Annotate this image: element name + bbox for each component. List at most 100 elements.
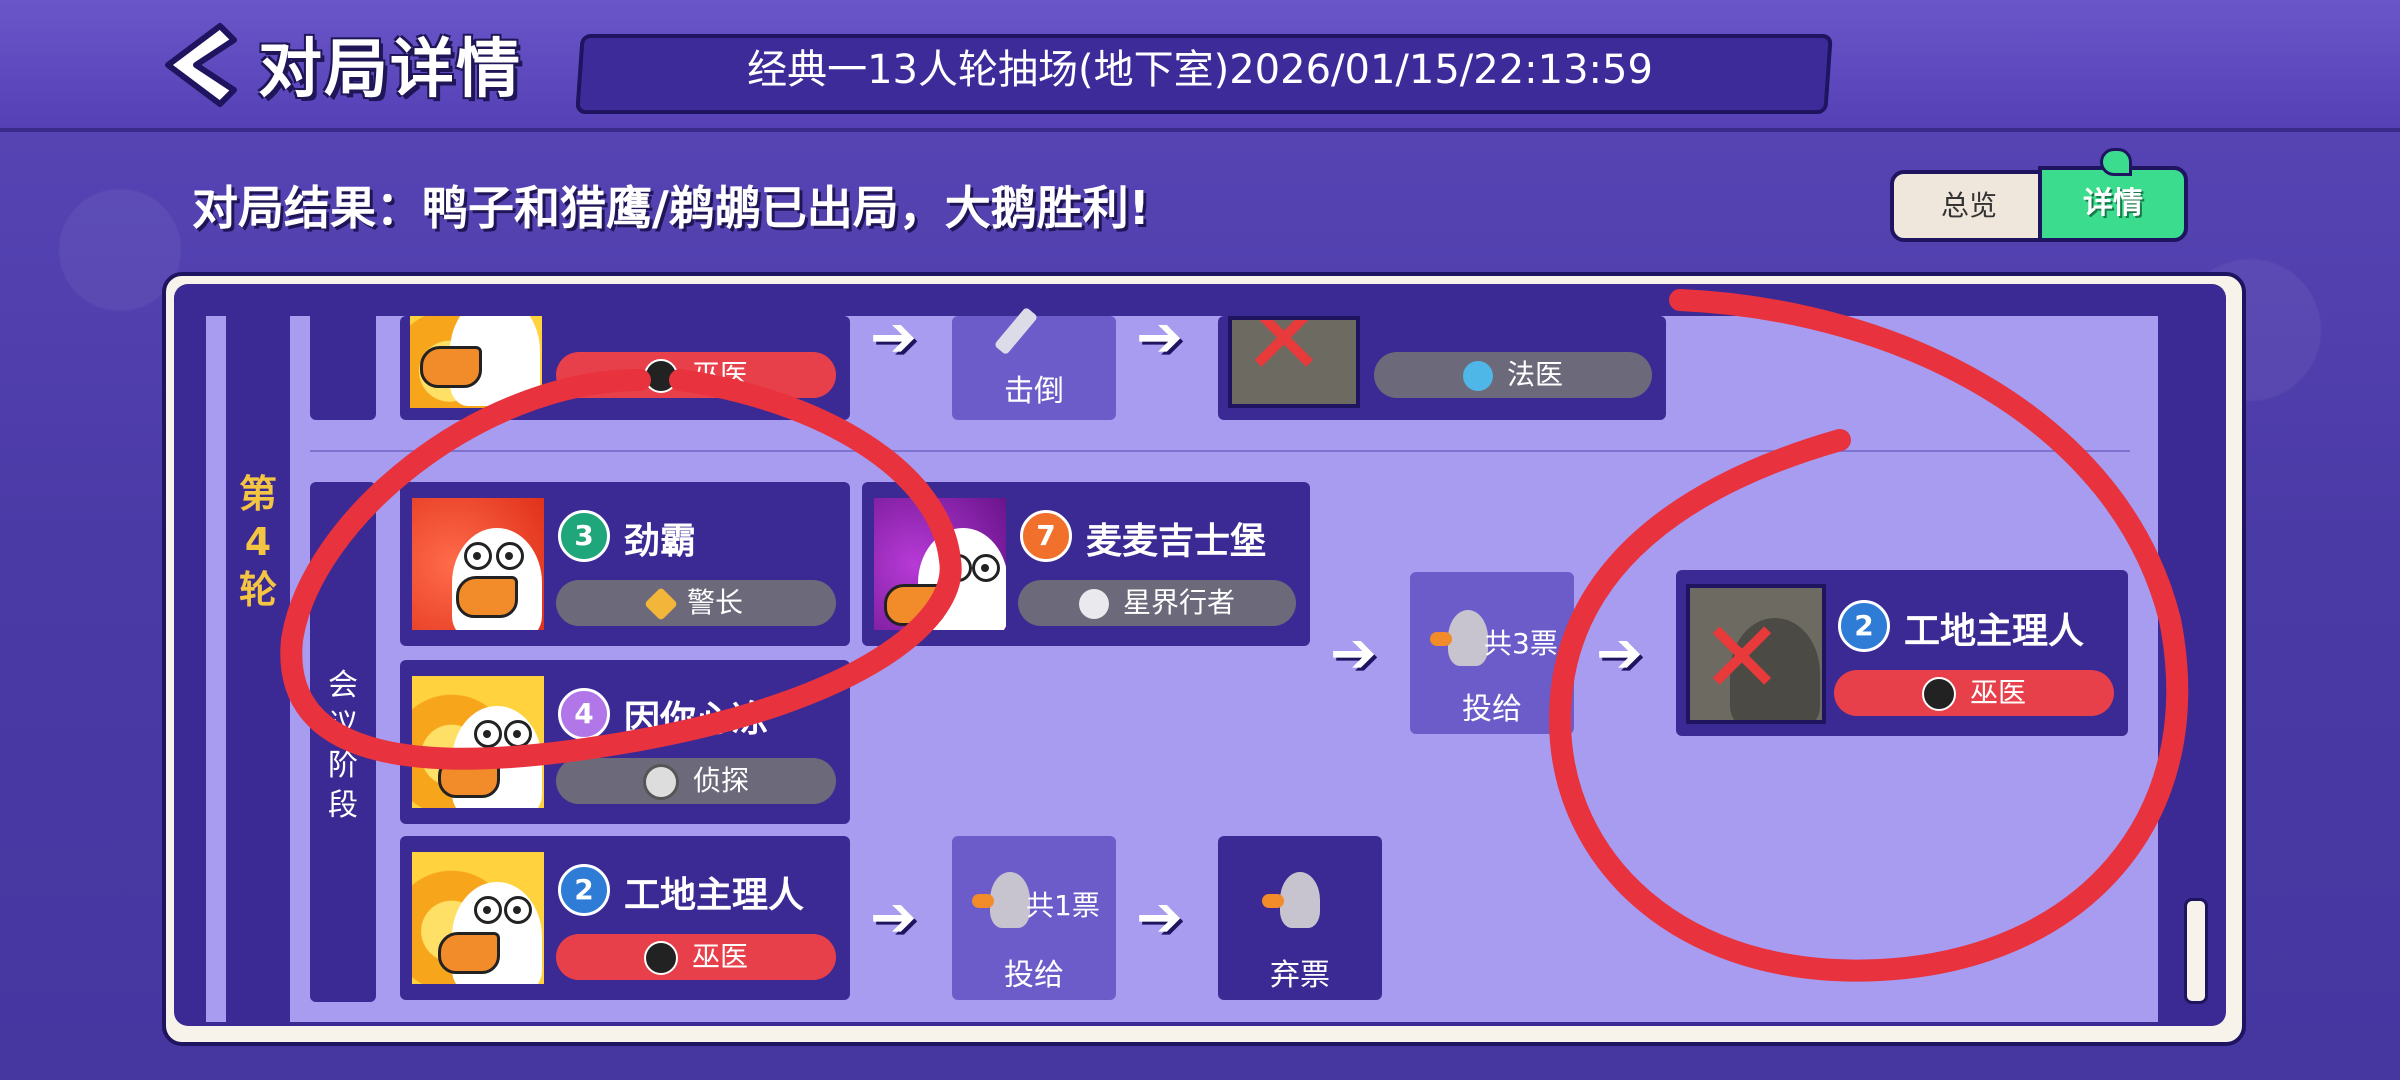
player-name: 工地主理人: [1904, 611, 2085, 652]
witch-doctor-icon: [1921, 677, 1956, 711]
goose-beak: [438, 756, 500, 798]
avatar-eliminated: ✕: [1686, 584, 1826, 724]
role-badge: 警长: [556, 580, 836, 626]
player-card-previous: 巫医: [400, 316, 850, 420]
scrollbar-thumb[interactable]: [2184, 898, 2208, 1004]
player-name: 因你心冻: [624, 699, 769, 740]
goose-vote-icon: [1430, 610, 1488, 666]
role-badge: 巫医: [556, 352, 836, 398]
player-card[interactable]: 3 劲霸 警长: [400, 482, 850, 646]
arrow-right-icon: ➔: [870, 305, 917, 370]
abstain-box: 弃票: [1218, 836, 1382, 1000]
player-number-badge: 7: [1020, 510, 1072, 562]
abstain-label: 弃票: [1270, 958, 1330, 993]
phase-label-char: 段: [328, 788, 358, 823]
avatar: [412, 676, 544, 808]
goose-pupil: [953, 564, 961, 572]
phase-label-char: 会: [328, 668, 358, 703]
player-name: 麦麦吉士堡: [1086, 521, 1267, 562]
vote-box: 共3票 投给: [1410, 572, 1574, 734]
goose-eye: [972, 554, 1000, 582]
goose-beak: [884, 584, 946, 626]
player-number-badge: 3: [558, 510, 610, 562]
player-name: 劲霸: [624, 521, 697, 562]
vote-action-label: 投给: [1462, 692, 1522, 727]
tab-details[interactable]: 详情: [2038, 166, 2188, 242]
goose-eye: [504, 896, 532, 924]
player-number-badge: 2: [558, 864, 610, 916]
witch-doctor-icon: [643, 941, 678, 975]
player-card[interactable]: 2 工地主理人 巫医: [400, 836, 850, 1000]
goose-beak: [438, 932, 500, 974]
match-result: 对局结果：鸭子和猎鹰/鹈鹕已出局，大鹅胜利!: [192, 181, 1150, 235]
avatar: [412, 852, 544, 984]
page-title: 对局详情: [258, 33, 522, 107]
sheriff-star-icon: [644, 587, 678, 621]
phase-label-char: 阶: [328, 748, 358, 783]
phase-label-char: 议: [328, 708, 358, 743]
avatar: [874, 498, 1006, 630]
role-badge: 法医: [1374, 352, 1652, 398]
role-badge: 星界行者: [1018, 580, 1296, 626]
goose-eye: [944, 554, 972, 582]
victim-card-previous: ✕ 法医: [1218, 316, 1666, 420]
goose-eye: [474, 720, 502, 748]
player-name: 工地主理人: [624, 875, 805, 916]
eliminated-x-icon: ✕: [1700, 599, 1784, 716]
vote-count: 共1票: [1026, 889, 1100, 922]
arrow-right-icon: ➔: [1136, 305, 1183, 370]
view-toggle: 总览 详情: [1890, 148, 2188, 242]
role-badge: 巫医: [556, 934, 836, 980]
avatar: [412, 498, 544, 630]
round-label-char: 第: [238, 472, 277, 516]
arrow-right-icon: ➔: [1330, 621, 1377, 686]
goose-vote-icon: [1262, 872, 1320, 928]
tab-overview[interactable]: 总览: [1890, 170, 2048, 242]
round-label-char: 轮: [238, 568, 277, 612]
arrow-right-icon: ➔: [870, 885, 917, 950]
phase-column-previous: [310, 316, 376, 420]
astral-walker-icon: [1078, 589, 1109, 619]
player-number-badge: 4: [558, 688, 610, 740]
witch-doctor-icon: [643, 359, 678, 393]
round-label-char: 4: [244, 520, 272, 564]
player-card[interactable]: 7 麦麦吉士堡 星界行者: [862, 482, 1310, 646]
arrow-right-icon: ➔: [1596, 621, 1643, 686]
leaf-decoration-icon: [2100, 148, 2132, 176]
goose-pupil: [981, 564, 989, 572]
coroner-icon: [1462, 361, 1493, 391]
goose-eye: [496, 542, 524, 570]
goose-beak: [456, 576, 518, 618]
goose-eye: [464, 542, 492, 570]
player-card[interactable]: 4 因你心冻 侦探: [400, 660, 850, 824]
vote-count: 共3票: [1484, 627, 1558, 660]
goose-pupil: [473, 552, 481, 560]
vote-action-label: 投给: [1004, 958, 1064, 993]
avatar: [410, 316, 542, 408]
goose-eye: [474, 896, 502, 924]
match-info: 经典一13人轮抽场(地下室)2026/01/15/22:13:59: [747, 47, 1653, 93]
arrow-right-icon: ➔: [1136, 885, 1183, 950]
detective-magnifier-icon: [642, 764, 679, 800]
goose-pupil: [483, 906, 491, 914]
goose-vote-icon: [972, 872, 1030, 928]
goose-pupil: [513, 906, 521, 914]
vote-box: 共1票 投给: [952, 836, 1116, 1000]
goose-beak: [420, 346, 482, 388]
action-label: 击倒: [1004, 374, 1064, 409]
round-label: 第 4 轮: [226, 470, 290, 614]
goose-pupil: [483, 730, 491, 738]
goose-eye: [504, 720, 532, 748]
goose-pupil: [513, 730, 521, 738]
avatar-eliminated: ✕: [1228, 316, 1360, 408]
round-divider: [310, 450, 2130, 452]
player-number-badge: 2: [1838, 600, 1890, 652]
voted-out-card[interactable]: ✕ 2 工地主理人 巫医: [1676, 570, 2128, 736]
round-column: [226, 316, 290, 1022]
role-badge: 侦探: [556, 758, 836, 804]
back-arrow-icon[interactable]: [160, 22, 240, 108]
goose-pupil: [505, 552, 513, 560]
role-badge: 巫医: [1834, 670, 2114, 716]
phase-label: 会 议 阶 段: [310, 666, 376, 826]
action-box: 击倒: [952, 306, 1116, 420]
